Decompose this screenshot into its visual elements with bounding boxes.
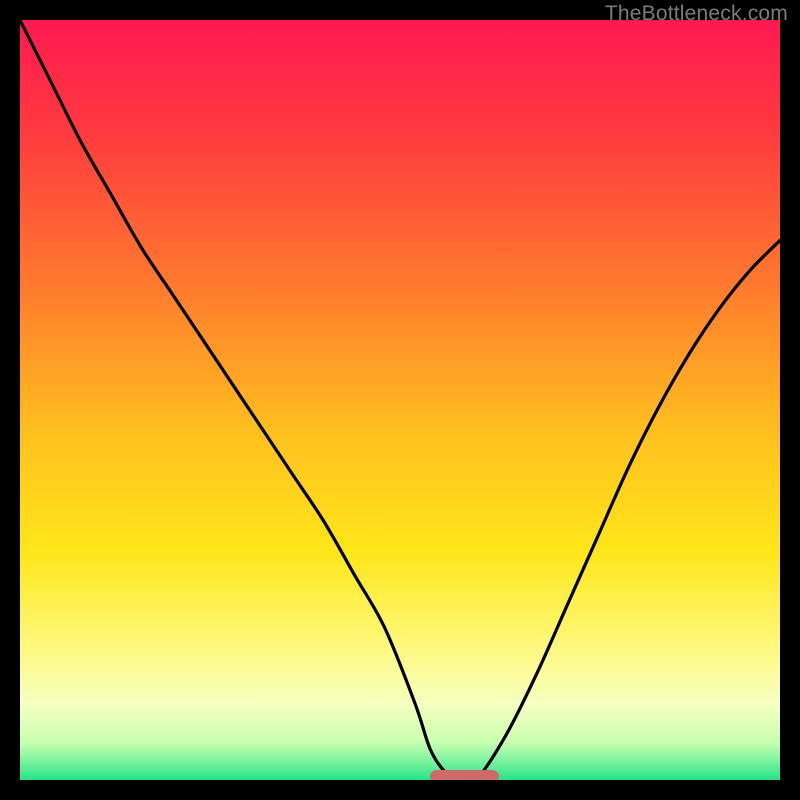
- plot-area: [20, 20, 780, 780]
- minimum-marker: [430, 770, 498, 780]
- watermark-text: TheBottleneck.com: [605, 2, 788, 26]
- bottleneck-curve: [20, 20, 780, 780]
- chart-frame: TheBottleneck.com: [0, 0, 800, 800]
